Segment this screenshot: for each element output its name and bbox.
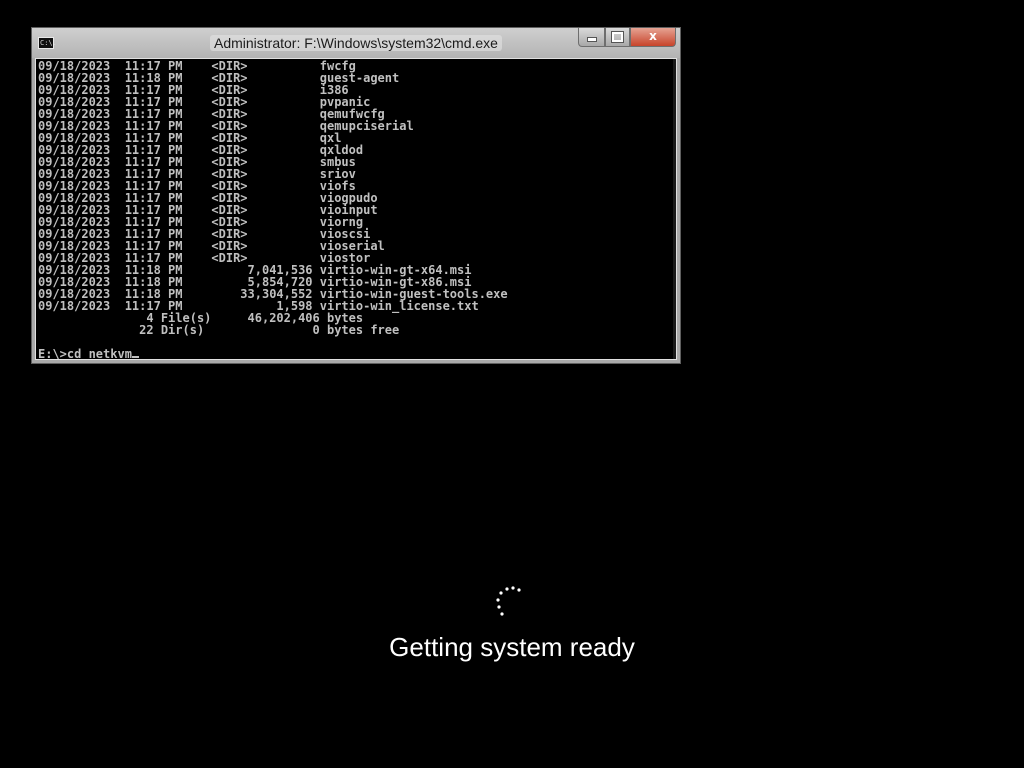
console-line: 22 Dir(s) 0 bytes free — [38, 323, 400, 337]
console-scrollbar[interactable] — [673, 59, 676, 359]
maximize-icon — [611, 31, 624, 43]
console-text: 09/18/2023 11:17 PM <DIR> fwcfg 09/18/202… — [38, 60, 508, 360]
minimize-icon — [586, 37, 597, 42]
window-titlebar[interactable]: C:\. Administrator: F:\Windows\system32\… — [32, 28, 680, 58]
maximize-button[interactable] — [605, 28, 630, 47]
close-icon: x — [649, 29, 657, 43]
close-button[interactable]: x — [630, 28, 676, 47]
cmd-window[interactable]: C:\. Administrator: F:\Windows\system32\… — [31, 27, 681, 364]
console-output[interactable]: 09/18/2023 11:17 PM <DIR> fwcfg 09/18/202… — [35, 58, 677, 360]
status-message: Getting system ready — [389, 632, 635, 662]
console-prompt-text: E:\>cd netkvm — [38, 347, 132, 360]
window-title-label: Administrator: F:\Windows\system32\cmd.e… — [210, 35, 502, 51]
text-cursor — [131, 356, 139, 358]
loading-spinner-icon — [496, 586, 521, 616]
minimize-button[interactable] — [578, 28, 605, 47]
console-prompt[interactable]: E:\>cd netkvm — [38, 347, 508, 360]
